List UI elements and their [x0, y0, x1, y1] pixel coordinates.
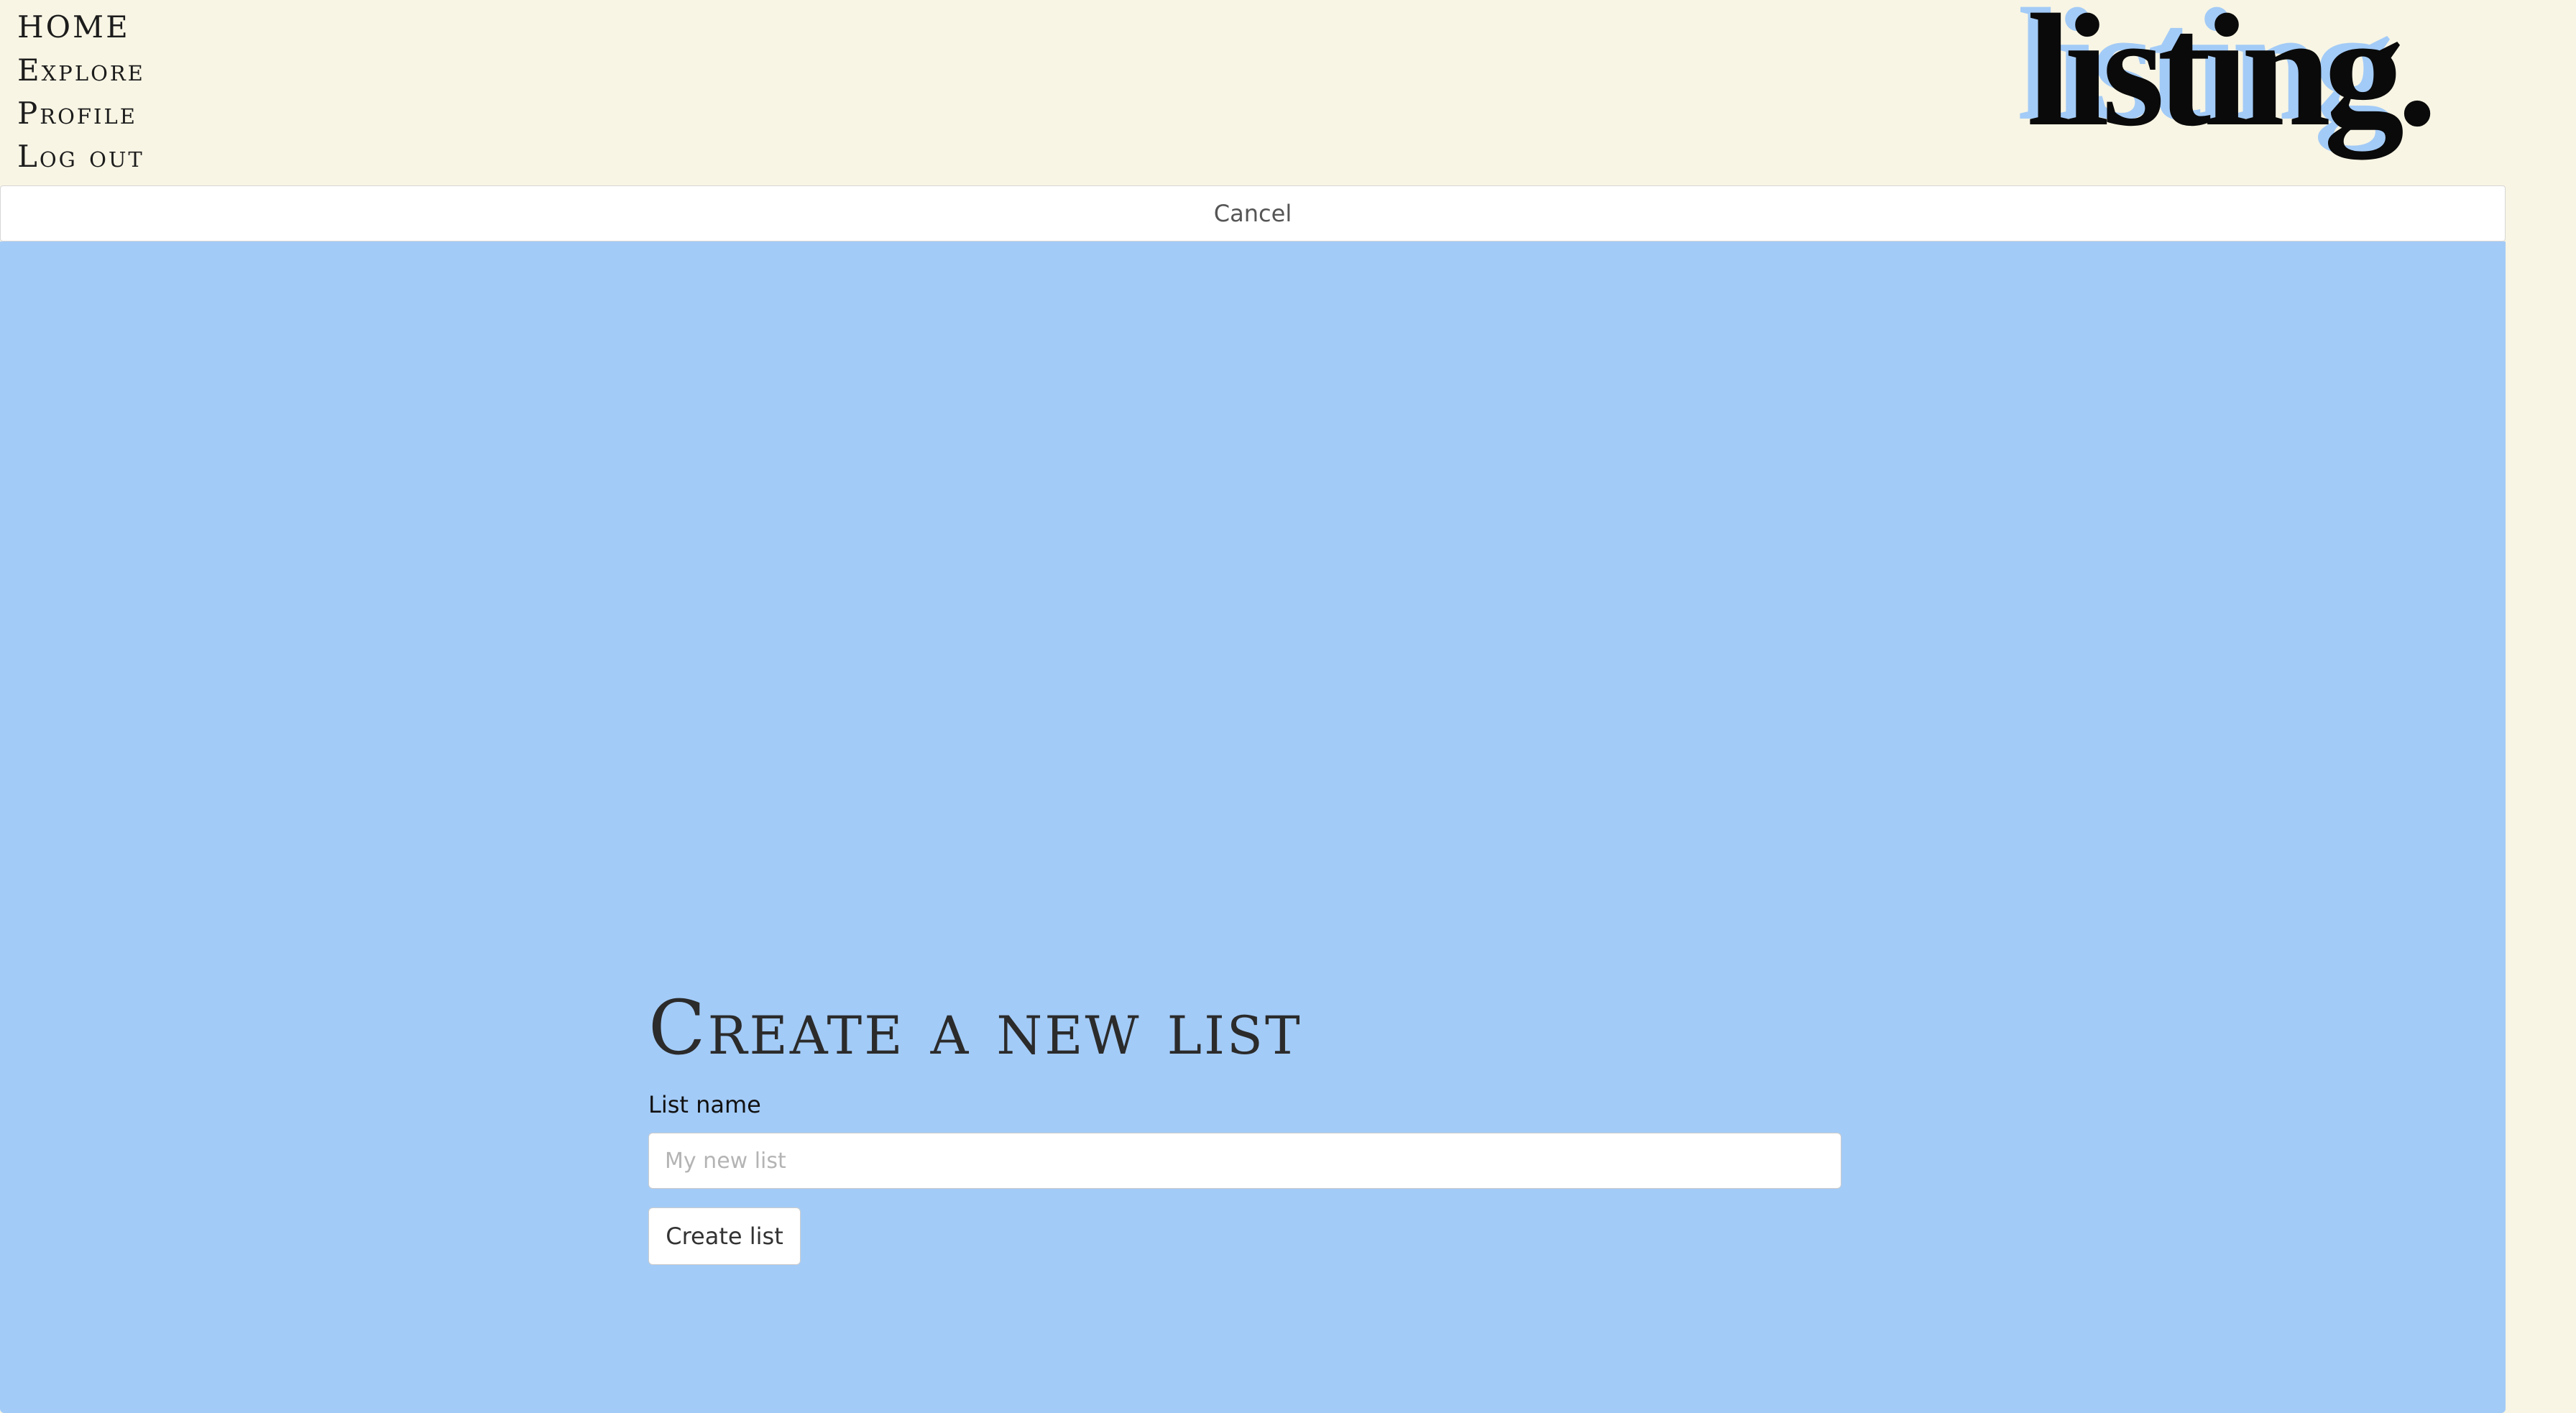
nav-item-home[interactable]: HOME [17, 6, 145, 49]
main-nav: HOME Explore Profile Log out [17, 6, 145, 178]
site-logo[interactable]: listing. [2027, 0, 2437, 151]
create-list-panel: Create a new list List name Create list [0, 241, 2506, 1413]
cancel-label: Cancel [1213, 200, 1292, 227]
nav-item-explore[interactable]: Explore [17, 49, 145, 92]
page-title: Create a new list [648, 984, 1302, 1072]
nav-item-profile[interactable]: Profile [17, 92, 145, 135]
logo-dot: . [2397, 0, 2437, 160]
create-list-form: Create a new list List name Create list [648, 985, 1841, 1265]
list-name-input[interactable] [648, 1133, 1841, 1189]
nav-item-log-out[interactable]: Log out [17, 135, 145, 178]
create-list-button[interactable]: Create list [648, 1207, 801, 1265]
list-name-label: List name [648, 1091, 761, 1118]
cancel-button[interactable]: Cancel [0, 185, 2506, 241]
logo-text: listing [2027, 0, 2404, 160]
